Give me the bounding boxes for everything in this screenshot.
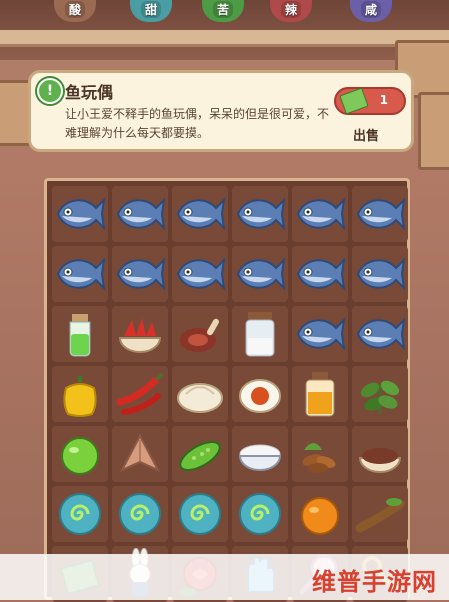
grid-cell-fish[interactable] (292, 306, 348, 362)
grid-cell-fish[interactable] (52, 246, 108, 302)
fish-icon (294, 188, 346, 240)
fish-icon (174, 188, 226, 240)
inventory-grid (44, 178, 410, 602)
grid-cell-yellow-pepper[interactable] (52, 366, 108, 422)
item-description: 让小王爱不释手的鱼玩偶，呆呆的但是很可爱，不难理解为什么每天都要摸。 (65, 107, 330, 140)
bun-icon (174, 368, 226, 420)
spiral-bubble-icon (54, 488, 106, 540)
grid-cell-green-bottle[interactable] (52, 306, 108, 362)
grid-cell-fish[interactable] (352, 186, 408, 242)
grid-cell-glass-jar[interactable] (232, 306, 288, 362)
grid-cell-tamarind[interactable] (352, 486, 408, 542)
grid-cell-juice-jar[interactable] (292, 366, 348, 422)
grid-cell-spiral-bubble[interactable] (232, 486, 288, 542)
lime-icon (54, 428, 106, 480)
tab-spicy[interactable]: 辣 (270, 0, 312, 22)
tab-label: 苦 (212, 1, 233, 18)
tab-label: 甜 (140, 1, 161, 18)
salted-egg-icon (234, 368, 286, 420)
grid-cell-fish[interactable] (292, 186, 348, 242)
grid-cell-fish[interactable] (352, 246, 408, 302)
sell-button[interactable]: 1 (334, 87, 406, 115)
grid-cell-fish[interactable] (232, 246, 288, 302)
fish-icon (354, 308, 406, 360)
tab-label: 酸 (64, 1, 85, 18)
item-title: 鱼玩偶 (65, 83, 114, 102)
tab-sour[interactable]: 酸 (54, 0, 96, 22)
yellow-pepper-icon (54, 368, 106, 420)
fish-icon (54, 188, 106, 240)
chili-bowl-icon (114, 308, 166, 360)
fish-icon (174, 248, 226, 300)
fish-icon (294, 248, 346, 300)
grid-cell-fish[interactable] (112, 186, 168, 242)
juice-jar-icon (294, 368, 346, 420)
fish-icon (114, 188, 166, 240)
watermark-text: 维普手游网 (312, 568, 437, 596)
grid-cell-chili-bowl[interactable] (112, 306, 168, 362)
sell-count: 1 (379, 93, 388, 107)
grid-cell-fish[interactable] (112, 246, 168, 302)
grid-cell-bitter-melon[interactable] (172, 426, 228, 482)
ham-icon (174, 308, 226, 360)
tab-label: 辣 (280, 1, 301, 18)
grid-cell-fish[interactable] (172, 186, 228, 242)
herb-icon (354, 368, 406, 420)
fish-icon (234, 188, 286, 240)
grid-cell-spiral-bubble[interactable] (52, 486, 108, 542)
grid-cell-orange[interactable] (292, 486, 348, 542)
grid-cell-spiral-bubble[interactable] (172, 486, 228, 542)
tamarind-icon (354, 488, 406, 540)
grid-cell-fish[interactable] (232, 186, 288, 242)
grid-cell-salted-egg[interactable] (232, 366, 288, 422)
grid-cell-nuts[interactable] (292, 426, 348, 482)
grid-cell-red-beans[interactable] (352, 426, 408, 482)
fish-icon (294, 308, 346, 360)
green-bottle-icon (54, 308, 106, 360)
grid-cell-rice[interactable] (232, 426, 288, 482)
tab-label: 咸 (360, 1, 381, 18)
nuts-icon (294, 428, 346, 480)
item-info-panel: ! 鱼玩偶 让小王爱不释手的鱼玩偶，呆呆的但是很可爱，不难理解为什么每天都要摸。… (28, 70, 414, 152)
grid-cell-red-chilies[interactable] (112, 366, 168, 422)
grid-cell-fish[interactable] (352, 306, 408, 362)
red-chilies-icon (114, 368, 166, 420)
spiral-bubble-icon (174, 488, 226, 540)
shelf-board (0, 30, 449, 47)
crate-right (418, 92, 449, 170)
grid-cell-fish[interactable] (52, 186, 108, 242)
grid-cell-ham[interactable] (172, 306, 228, 362)
grid-cell-bun[interactable] (172, 366, 228, 422)
orange-icon (294, 488, 346, 540)
tab-bitter[interactable]: 苦 (202, 0, 244, 22)
grid-cell-fish[interactable] (172, 246, 228, 302)
money-icon (339, 87, 369, 115)
bitter-melon-icon (174, 428, 226, 480)
grid-cell-herb[interactable] (352, 366, 408, 422)
spiral-bubble-icon (234, 488, 286, 540)
spiral-bubble-icon (114, 488, 166, 540)
grid-cell-spiral-bubble[interactable] (112, 486, 168, 542)
fish-icon (354, 248, 406, 300)
sell-label: 出售 (353, 129, 380, 144)
dried-fish-icon (114, 428, 166, 480)
rice-icon (234, 428, 286, 480)
glass-jar-icon (234, 308, 286, 360)
fish-icon (234, 248, 286, 300)
grid-cell-dried-fish[interactable] (112, 426, 168, 482)
tab-sweet[interactable]: 甜 (130, 0, 172, 22)
watermark-bar: 维普手游网 (0, 554, 449, 600)
fish-icon (114, 248, 166, 300)
grid-cell-fish[interactable] (292, 246, 348, 302)
red-beans-icon (354, 428, 406, 480)
exclamation-icon: ! (37, 78, 63, 104)
tab-salty[interactable]: 咸 (350, 0, 392, 22)
flavor-tabs: 酸 甜 苦 辣 咸 (0, 0, 449, 26)
fish-icon (354, 188, 406, 240)
fish-icon (54, 248, 106, 300)
grid-cell-lime[interactable] (52, 426, 108, 482)
